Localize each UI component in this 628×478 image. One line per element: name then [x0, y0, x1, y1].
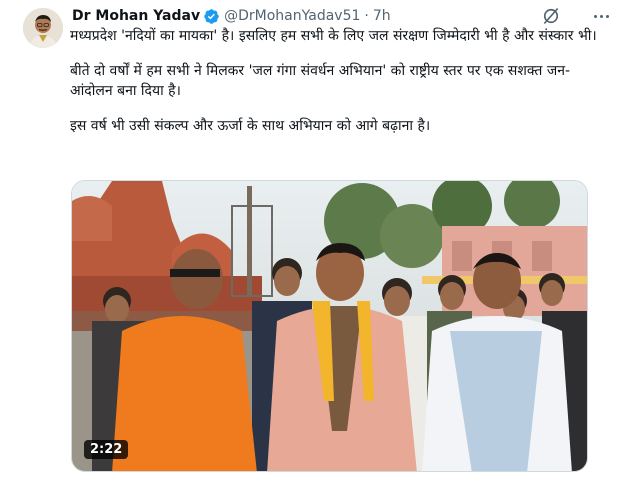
author-handle[interactable]: @DrMohanYadav51: [224, 8, 360, 24]
tweet-header: Dr Mohan Yadav @DrMohanYadav51 · 7h: [72, 6, 391, 26]
separator-dot: ·: [364, 8, 369, 24]
verified-badge-icon: [204, 8, 219, 24]
video-thumbnail: [72, 181, 587, 471]
avatar-image: [23, 8, 63, 48]
tweet-paragraph: मध्यप्रदेश 'नदियों का मायका' है। इसलिए ह…: [70, 28, 597, 44]
author-display-name[interactable]: Dr Mohan Yadav: [72, 8, 200, 24]
tweet-paragraph: बीते दो वर्षों में हम सभी ने मिलकर 'जल ग…: [70, 63, 571, 99]
author-avatar[interactable]: [23, 8, 63, 48]
grok-icon[interactable]: [541, 6, 561, 26]
tweet-card[interactable]: Dr Mohan Yadav @DrMohanYadav51 · 7h मध्य…: [0, 0, 628, 478]
tweet-text: मध्यप्रदेश 'नदियों का मायका' है। इसलिए ह…: [70, 26, 605, 151]
tweet-paragraph: इस वर्ष भी उसी संकल्प और ऊर्जा के साथ अभ…: [70, 118, 431, 134]
video-player[interactable]: 2:22: [71, 180, 588, 472]
video-duration: 2:22: [84, 440, 129, 459]
more-options-icon[interactable]: [590, 6, 612, 26]
tweet-timestamp[interactable]: 7h: [373, 8, 391, 24]
